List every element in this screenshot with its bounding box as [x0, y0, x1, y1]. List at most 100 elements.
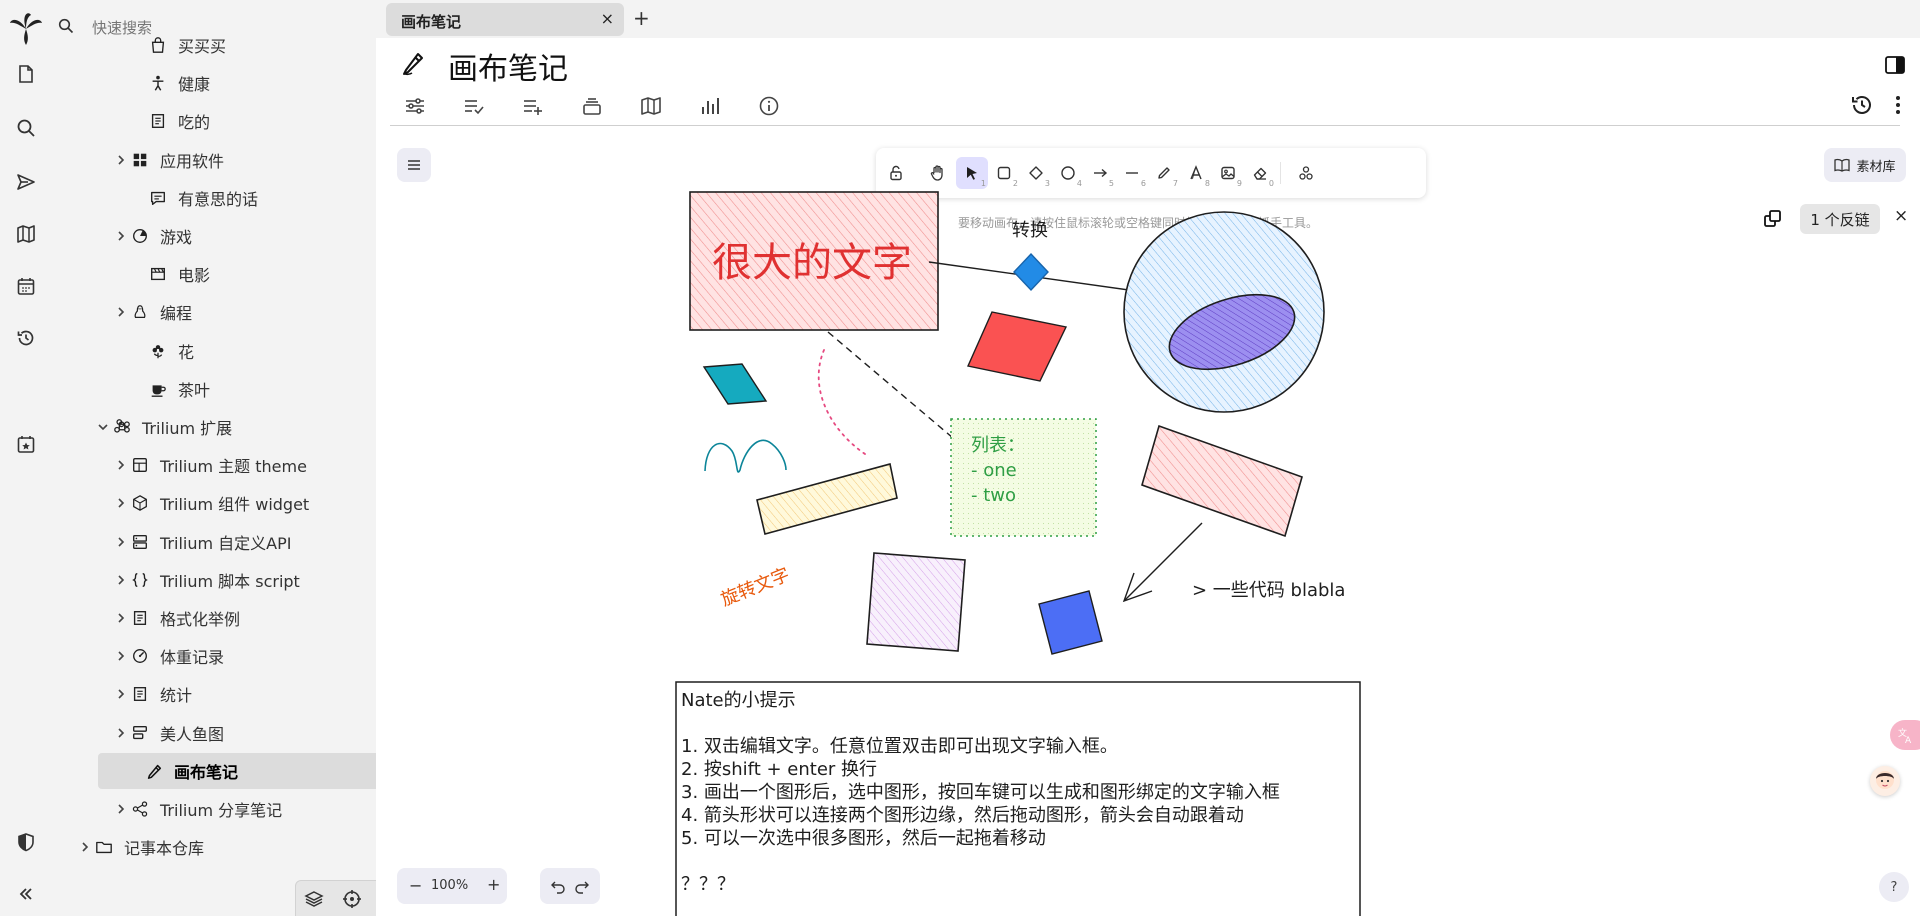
blue-diamond[interactable]: [1013, 252, 1049, 292]
green-squiggle[interactable]: [704, 439, 787, 473]
dashed-line[interactable]: [827, 331, 954, 439]
note-icon: [148, 111, 168, 131]
chevron-right-icon[interactable]: [112, 537, 130, 547]
translate-widget[interactable]: 文A: [1890, 720, 1920, 750]
big-text-rectangle[interactable]: 很大的文字: [689, 191, 939, 331]
tree-item[interactable]: 茶叶: [76, 371, 210, 407]
tree-item[interactable]: 记事本仓库: [76, 829, 204, 865]
share-icon: [130, 799, 150, 819]
convert-label: 转换: [1012, 220, 1048, 241]
chevron-right-icon[interactable]: [112, 689, 130, 699]
protected-session-icon[interactable]: [10, 826, 42, 858]
shopping-bag-icon: [148, 35, 168, 55]
blue-circle[interactable]: [1123, 211, 1325, 413]
note-title[interactable]: 画布笔记: [448, 44, 568, 88]
tree-item[interactable]: Trilium 分享笔记: [76, 791, 282, 827]
blue-square[interactable]: [1038, 590, 1103, 655]
excalidraw-canvas[interactable]: 1 2 3 4 5 6 7 8 9 0 要移动画布，请按住鼠标滚轮或空格键同时拖…: [376, 126, 1920, 916]
more-menu-icon[interactable]: [1892, 94, 1904, 116]
chevron-right-icon[interactable]: [112, 728, 130, 738]
tree-item[interactable]: 编程: [76, 294, 192, 330]
chevron-right-icon[interactable]: [112, 804, 130, 814]
assistant-avatar[interactable]: [1870, 766, 1900, 796]
send-icon[interactable]: [10, 166, 42, 198]
zoom-out-button[interactable]: −: [409, 876, 422, 895]
undo-icon[interactable]: [550, 878, 566, 894]
toggle-right-pane-icon[interactable]: [1884, 54, 1906, 76]
tree-item[interactable]: 电影: [76, 256, 210, 292]
zoom-in-button[interactable]: +: [487, 875, 500, 894]
chevron-right-icon[interactable]: [112, 575, 130, 585]
tree-item[interactable]: Trilium 自定义API: [76, 524, 291, 560]
chevron-right-icon[interactable]: [76, 842, 94, 852]
crosshair-icon[interactable]: [342, 889, 362, 909]
tree-item[interactable]: 体重记录: [76, 638, 224, 674]
recent-changes-icon[interactable]: [10, 322, 42, 354]
chevron-right-icon[interactable]: [112, 307, 130, 317]
trilium-logo-icon[interactable]: [6, 8, 46, 48]
tree-item[interactable]: Trilium 组件 widget: [76, 485, 309, 521]
new-tab-button[interactable]: +: [633, 6, 650, 30]
tree-item[interactable]: 画布笔记: [98, 752, 376, 789]
teal-parallelogram[interactable]: [702, 363, 768, 405]
today-calendar-icon[interactable]: [10, 428, 42, 460]
tree-item[interactable]: 格式化举例: [76, 600, 240, 636]
search-icon[interactable]: [10, 112, 42, 144]
owned-attributes-icon[interactable]: [461, 93, 487, 119]
diagonal-arrow[interactable]: [1123, 522, 1203, 602]
chevron-right-icon[interactable]: [112, 498, 130, 508]
gauge-icon: [130, 646, 150, 666]
redo-icon[interactable]: [574, 878, 590, 894]
tree-item[interactable]: 游戏: [76, 218, 192, 254]
purple-square[interactable]: [866, 552, 966, 652]
tree-item[interactable]: 统计: [76, 676, 192, 712]
tips-box[interactable]: Nate的小提示 1. 双击编辑文字。任意位置双击即可出现文字输入框。 2. 按…: [675, 681, 1361, 916]
layers-icon[interactable]: [304, 889, 324, 909]
command-icon: [112, 417, 132, 437]
similar-notes-icon[interactable]: [697, 93, 723, 119]
tips-title: Nate的小提示: [681, 690, 796, 711]
collapse-sidebar-icon[interactable]: [10, 878, 42, 910]
note-type-icon[interactable]: [400, 50, 426, 76]
inherited-attributes-icon[interactable]: [520, 93, 546, 119]
tip-1: 1. 双击编辑文字。任意位置双击即可出现文字输入框。: [681, 736, 1118, 757]
chevron-right-icon[interactable]: [112, 613, 130, 623]
note-map-icon[interactable]: [638, 93, 664, 119]
tree-item[interactable]: 吃的: [76, 103, 210, 139]
tree-item[interactable]: 应用软件: [76, 142, 224, 178]
zoom-level[interactable]: 100%: [431, 878, 468, 893]
tab-canvas-note[interactable]: 画布笔记 ×: [386, 3, 624, 36]
chevron-right-icon[interactable]: [112, 460, 130, 470]
help-button[interactable]: ?: [1879, 872, 1909, 902]
tree-item[interactable]: 花: [76, 333, 194, 369]
dotted-curve[interactable]: [817, 349, 866, 455]
history-icon[interactable]: [1850, 93, 1874, 117]
tip-5: 5. 可以一次选中很多图形，然后一起拖着移动: [681, 828, 1046, 849]
tree-item[interactable]: 健康: [76, 65, 210, 101]
chevron-down-icon[interactable]: [94, 422, 112, 432]
note-settings-icon[interactable]: [402, 93, 428, 119]
tree-item[interactable]: 买买买: [76, 27, 226, 63]
info-icon[interactable]: [756, 93, 782, 119]
chevron-right-icon[interactable]: [112, 155, 130, 165]
list-box[interactable]: 列表： - one - two: [950, 418, 1097, 537]
yellow-rectangle[interactable]: [756, 463, 898, 535]
note-info-stack-icon[interactable]: [579, 93, 605, 119]
red-parallelogram[interactable]: [967, 311, 1068, 382]
chevron-right-icon[interactable]: [112, 231, 130, 241]
tree-item-label: 记事本仓库: [124, 839, 205, 859]
tree-item[interactable]: 有意思的话: [76, 180, 258, 216]
new-note-icon[interactable]: [10, 58, 42, 90]
note-map-icon[interactable]: [10, 218, 42, 250]
tree-item[interactable]: Trilium 扩展: [76, 409, 232, 445]
canvas-drawing: 很大的文字 转换 列表： - one - two > 一些代码 blabla 旋…: [675, 191, 1361, 916]
tree-item[interactable]: 美人鱼图: [76, 715, 224, 751]
tree-item[interactable]: Trilium 脚本 script: [76, 562, 300, 598]
calendar-icon[interactable]: [10, 270, 42, 302]
close-tab-icon[interactable]: ×: [601, 9, 614, 28]
tree-item[interactable]: Trilium 主题 theme: [76, 447, 307, 483]
list-title: 列表：: [971, 435, 1025, 456]
pink-rectangle[interactable]: [1141, 424, 1303, 538]
tree-item-label: 格式化举例: [160, 610, 241, 629]
chevron-right-icon[interactable]: [112, 651, 130, 661]
